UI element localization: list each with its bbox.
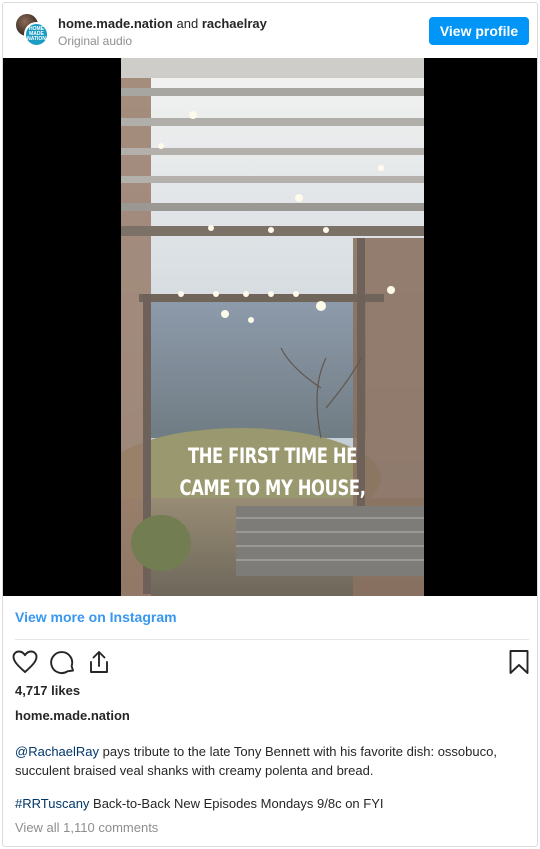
video-player[interactable]: THE FIRST TIME HE CAME TO MY HOUSE, (3, 58, 537, 596)
post-header: HOME MADE NATION home.made.nation and ra… (3, 3, 537, 59)
bookmark-icon[interactable] (505, 648, 533, 676)
post-caption: @RachaelRay pays tribute to the late Ton… (15, 742, 529, 780)
video-caption-line-2: CAME TO MY HOUSE, (179, 476, 366, 500)
view-comments-link[interactable]: View all 1,110 comments (15, 820, 158, 835)
audio-label[interactable]: Original audio (58, 34, 132, 48)
account-conjunction: and (176, 16, 199, 31)
video-caption-line-1: THE FIRST TIME HE (187, 444, 358, 468)
avatar-badge-text: HOME MADE NATION (27, 26, 46, 42)
avatar-group[interactable]: HOME MADE NATION (15, 13, 49, 47)
view-profile-button[interactable]: View profile (429, 17, 529, 45)
avatar-home-made-nation[interactable]: HOME MADE NATION (24, 22, 49, 47)
view-more-link[interactable]: View more on Instagram (15, 609, 177, 625)
heart-icon[interactable] (11, 648, 39, 676)
comment-icon[interactable] (49, 648, 77, 676)
account-link-rachaelray[interactable]: rachaelray (202, 16, 267, 31)
account-link-home-made-nation[interactable]: home.made.nation (58, 16, 173, 31)
instagram-embed-card: HOME MADE NATION home.made.nation and ra… (2, 2, 538, 847)
post-hashtag-line: #RRTuscany Back-to-Back New Episodes Mon… (15, 796, 384, 811)
account-names: home.made.nation and rachaelray (58, 16, 267, 31)
hashtag-text: Back-to-Back New Episodes Mondays 9/8c o… (89, 796, 384, 811)
post-owner-link[interactable]: home.made.nation (15, 708, 130, 723)
share-icon[interactable] (85, 648, 113, 676)
divider (15, 639, 529, 640)
likes-count[interactable]: 4,717 likes (15, 683, 80, 698)
action-bar (3, 648, 537, 676)
caption-mention-link[interactable]: @RachaelRay (15, 744, 99, 759)
video-frame[interactable]: THE FIRST TIME HE CAME TO MY HOUSE, (121, 58, 424, 596)
patio-scene-image (121, 58, 424, 596)
hashtag-link[interactable]: #RRTuscany (15, 796, 89, 811)
